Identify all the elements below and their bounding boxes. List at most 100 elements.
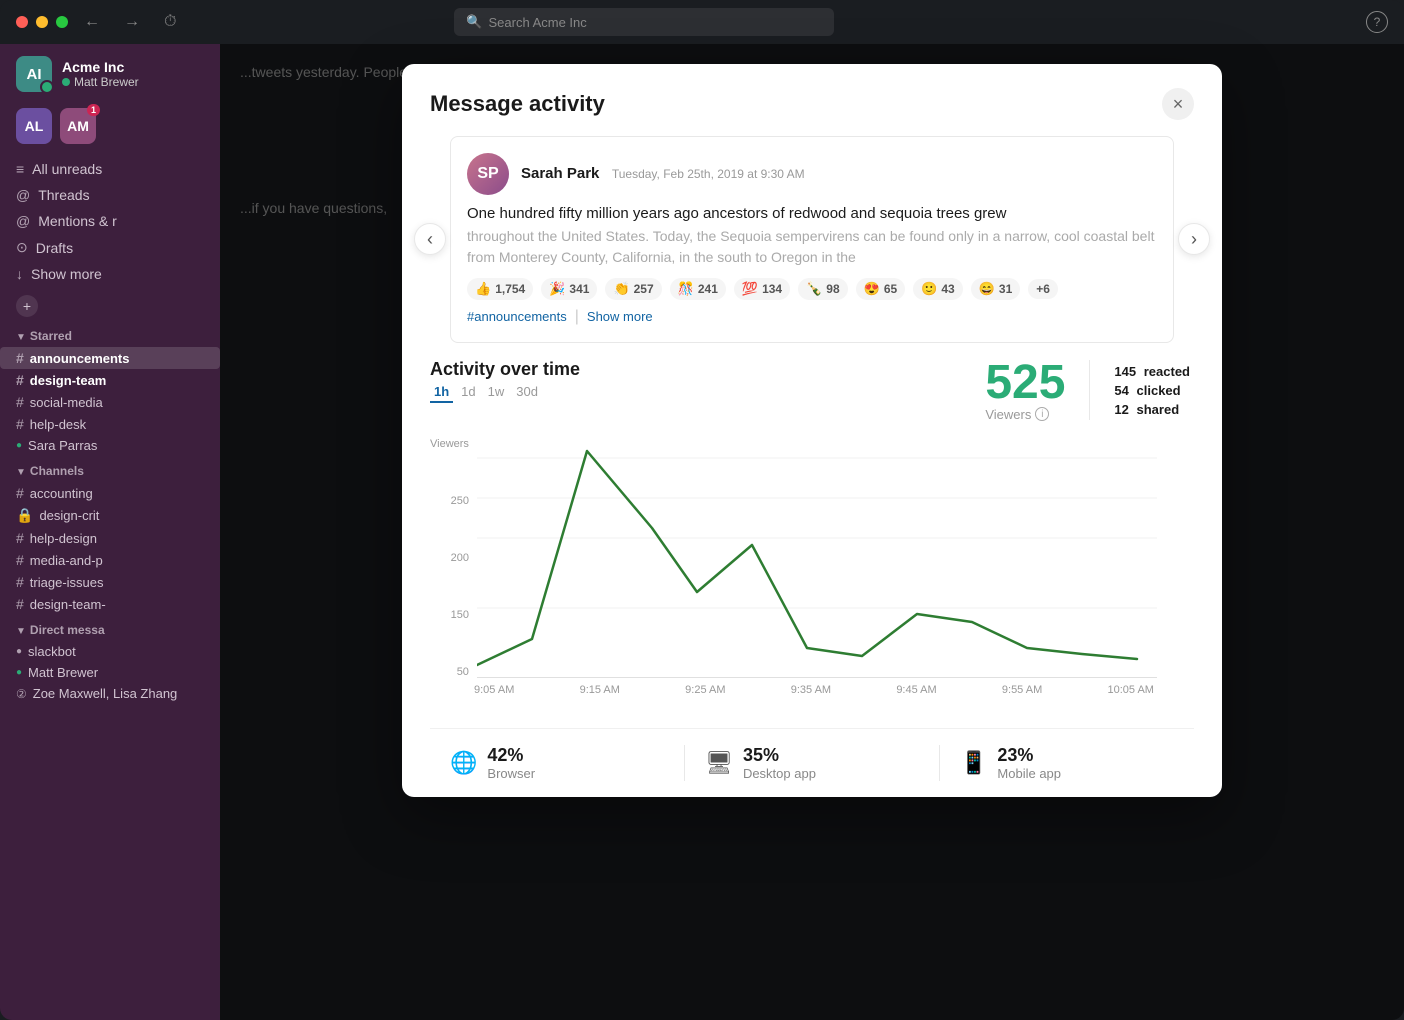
x-label-905: 9:05 AM bbox=[474, 684, 514, 696]
time-filter-1d[interactable]: 1d bbox=[457, 382, 479, 403]
viewers-number: 525 bbox=[985, 359, 1065, 407]
sidebar-item-threads[interactable]: @ Threads bbox=[0, 182, 220, 208]
hash-icon: # bbox=[16, 416, 24, 432]
dm-label: Zoe Maxwell, Lisa Zhang bbox=[33, 686, 178, 701]
sidebar-item-all-unreads[interactable]: ≡ All unreads bbox=[0, 156, 220, 182]
reaction-grin[interactable]: 😄 31 bbox=[971, 278, 1021, 300]
time-filters: 1h 1d 1w 30d bbox=[430, 382, 580, 403]
clap-count: 257 bbox=[634, 282, 654, 296]
dm-label: Matt Brewer bbox=[28, 665, 98, 680]
party-emoji: 🎉 bbox=[549, 281, 565, 297]
back-button[interactable]: ← bbox=[76, 9, 108, 35]
sidebar-channel-design-team-2[interactable]: # design-team- bbox=[0, 593, 220, 615]
online-indicator bbox=[62, 78, 70, 86]
sidebar-item-mentions[interactable]: @ Mentions & r bbox=[0, 208, 220, 234]
modal-overlay: Message activity × ‹ SP Sarah Park Tuesd… bbox=[220, 44, 1404, 1020]
channels-section-header: ▼Channels bbox=[0, 456, 220, 482]
modal-title: Message activity bbox=[430, 91, 605, 117]
prev-message-button[interactable]: ‹ bbox=[414, 223, 446, 255]
add-button[interactable]: + bbox=[16, 295, 38, 317]
side-stats: 145 reacted 54 clicked 12 bbox=[1114, 364, 1194, 417]
minimize-traffic-light[interactable] bbox=[36, 16, 48, 28]
next-message-button[interactable]: › bbox=[1178, 223, 1210, 255]
show-more-icon: ↓ bbox=[16, 266, 23, 282]
workspace-avatar: AI bbox=[16, 56, 52, 92]
fullscreen-traffic-light[interactable] bbox=[56, 16, 68, 28]
channel-label: design-team bbox=[30, 373, 107, 388]
activity-header: Activity over time 1h 1d 1w 30d bbox=[430, 359, 1194, 422]
group-dm-icon: ② bbox=[16, 687, 27, 701]
sidebar-dm-slackbot[interactable]: ● slackbot bbox=[0, 641, 220, 662]
sidebar-channel-media-and-pr[interactable]: # media-and-p bbox=[0, 549, 220, 571]
show-more-link[interactable]: Show more bbox=[587, 309, 653, 324]
reaction-party[interactable]: 🎉 341 bbox=[541, 278, 597, 300]
y-tick-250: 250 bbox=[451, 495, 469, 507]
history-button[interactable]: ⏱ bbox=[156, 9, 184, 35]
sidebar-channel-sara-parras[interactable]: ● Sara Parras bbox=[0, 435, 220, 456]
time-filter-1h[interactable]: 1h bbox=[430, 382, 453, 403]
threads-label: Threads bbox=[38, 187, 89, 203]
platform-mobile: 📱 23% Mobile app bbox=[939, 745, 1194, 781]
reaction-clap[interactable]: 👏 257 bbox=[605, 278, 661, 300]
reaction-confetti[interactable]: 🎊 241 bbox=[670, 278, 726, 300]
y-tick-150: 150 bbox=[451, 609, 469, 621]
channel-label: Sara Parras bbox=[28, 438, 97, 453]
activity-chart bbox=[477, 438, 1157, 678]
stat-divider bbox=[1089, 360, 1090, 420]
sidebar-channel-social-media[interactable]: # social-media bbox=[0, 391, 220, 413]
sidebar-channel-help-desk[interactable]: # help-desk bbox=[0, 413, 220, 435]
mentions-label: Mentions & r bbox=[38, 213, 117, 229]
hash-icon: # bbox=[16, 530, 24, 546]
mobile-stats: 23% Mobile app bbox=[997, 745, 1061, 781]
sidebar-dm-matt-brewer[interactable]: ● Matt Brewer bbox=[0, 662, 220, 683]
sidebar-channel-design-team[interactable]: # design-team bbox=[0, 369, 220, 391]
x-label-945: 9:45 AM bbox=[896, 684, 936, 696]
activity-title: Activity over time bbox=[430, 359, 580, 380]
reaction-thumbsup[interactable]: 👍 1,754 bbox=[467, 278, 533, 300]
search-placeholder: Search Acme Inc bbox=[489, 15, 587, 30]
sidebar-channel-announcements[interactable]: # announcements bbox=[0, 347, 220, 369]
time-filter-30d[interactable]: 30d bbox=[512, 382, 542, 403]
browser-pct: 42% bbox=[487, 745, 535, 766]
sidebar-channel-triage-issues[interactable]: # triage-issues bbox=[0, 571, 220, 593]
viewers-info-icon: i bbox=[1035, 407, 1049, 421]
close-traffic-light[interactable] bbox=[16, 16, 28, 28]
channel-label: announcements bbox=[30, 351, 130, 366]
channel-label: media-and-p bbox=[30, 553, 103, 568]
hundred-count: 134 bbox=[762, 282, 782, 296]
sidebar-channel-accounting[interactable]: # accounting bbox=[0, 482, 220, 504]
message-header: SP Sarah Park Tuesday, Feb 25th, 2019 at… bbox=[467, 153, 1157, 195]
shared-stat: 12 shared bbox=[1114, 402, 1194, 417]
sidebar-channel-help-design[interactable]: # help-design bbox=[0, 527, 220, 549]
reaction-champagne[interactable]: 🍾 98 bbox=[798, 278, 848, 300]
forward-button[interactable]: → bbox=[116, 9, 148, 35]
mobile-icon: 📱 bbox=[960, 750, 987, 776]
channel-label: triage-issues bbox=[30, 575, 104, 590]
desktop-stats: 35% Desktop app bbox=[743, 745, 816, 781]
sidebar-dm-zoe-maxwell[interactable]: ② Zoe Maxwell, Lisa Zhang bbox=[0, 683, 220, 704]
clicked-stat: 54 clicked bbox=[1114, 383, 1194, 398]
sidebar-channel-design-crit[interactable]: 🔒 design-crit bbox=[0, 504, 220, 527]
channel-label: help-desk bbox=[30, 417, 86, 432]
viewers-count-group: 525 Viewers i bbox=[985, 359, 1065, 422]
sidebar-item-drafts[interactable]: ⊙ Drafts bbox=[0, 234, 220, 261]
sender-avatar: SP bbox=[467, 153, 509, 195]
time-filter-1w[interactable]: 1w bbox=[484, 382, 509, 403]
modal-close-button[interactable]: × bbox=[1162, 88, 1194, 120]
confetti-emoji: 🎊 bbox=[678, 281, 694, 297]
browser-stats: 42% Browser bbox=[487, 745, 535, 781]
search-bar[interactable]: 🔍 Search Acme Inc bbox=[454, 8, 834, 36]
help-button[interactable]: ? bbox=[1366, 11, 1388, 33]
show-more-label: Show more bbox=[31, 266, 102, 282]
channel-label: social-media bbox=[30, 395, 103, 410]
mentions-icon: @ bbox=[16, 213, 30, 229]
reaction-heart-eyes[interactable]: 😍 65 bbox=[856, 278, 906, 300]
y-label-viewers: Viewers bbox=[430, 438, 469, 450]
message-card: SP Sarah Park Tuesday, Feb 25th, 2019 at… bbox=[450, 136, 1174, 343]
party-count: 341 bbox=[569, 282, 589, 296]
sidebar-item-show-more[interactable]: ↓ Show more bbox=[0, 261, 220, 287]
hash-icon: # bbox=[16, 596, 24, 612]
reaction-smile[interactable]: 🙂 43 bbox=[913, 278, 963, 300]
reaction-hundred[interactable]: 💯 134 bbox=[734, 278, 790, 300]
reaction-more[interactable]: +6 bbox=[1028, 279, 1058, 299]
